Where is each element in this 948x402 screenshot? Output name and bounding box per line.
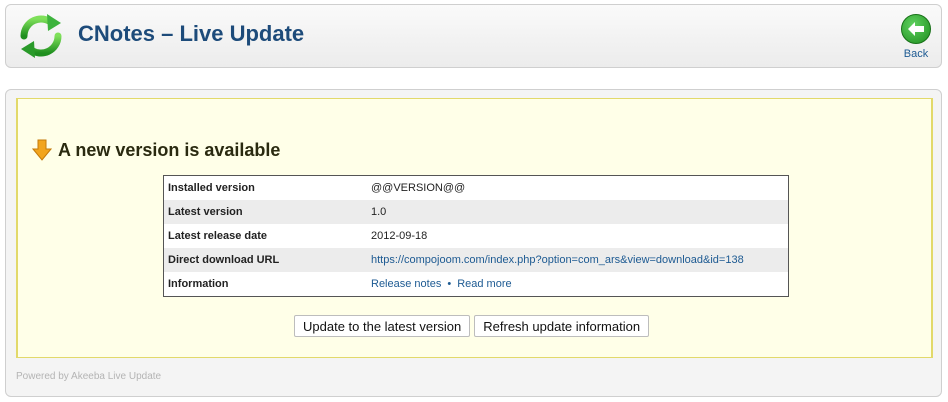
page-header: CNotes – Live Update Back bbox=[5, 4, 942, 68]
row-label: Information bbox=[168, 278, 229, 290]
row-label: Direct download URL bbox=[163, 248, 367, 272]
row-label: Latest release date bbox=[168, 230, 268, 242]
back-label: Back bbox=[903, 48, 929, 60]
update-notice: A new version is available Installed ver… bbox=[16, 98, 933, 358]
release-notes-link[interactable]: Release notes bbox=[371, 278, 441, 290]
download-arrow-icon bbox=[32, 139, 52, 161]
content-panel: A new version is available Installed ver… bbox=[5, 89, 942, 397]
table-row: Installed version @@VERSION@@ bbox=[164, 176, 789, 201]
refresh-arrows-icon bbox=[20, 14, 62, 58]
footer-text: Powered by Akeeba Live Update bbox=[16, 371, 162, 382]
latest-version-value: 1.0 bbox=[367, 200, 789, 224]
read-more-link[interactable]: Read more bbox=[457, 278, 511, 290]
refresh-button[interactable]: Refresh update information bbox=[474, 315, 650, 337]
back-button[interactable]: Back bbox=[899, 14, 933, 60]
page-title: CNotes – Live Update bbox=[78, 21, 305, 46]
link-separator: • bbox=[447, 278, 452, 290]
table-row: Latest release date 2012-09-18 bbox=[164, 224, 789, 248]
row-label: Latest version bbox=[163, 200, 367, 224]
notice-heading: A new version is available bbox=[32, 139, 280, 161]
installed-version-value: @@VERSION@@ bbox=[371, 182, 466, 194]
download-url-link[interactable]: https://compojoom.com/index.php?option=c… bbox=[371, 254, 744, 266]
row-label: Installed version bbox=[168, 182, 255, 194]
update-button[interactable]: Update to the latest version bbox=[294, 315, 471, 337]
release-date-value: 2012-09-18 bbox=[371, 230, 428, 242]
action-buttons: Update to the latest version Refresh upd… bbox=[294, 315, 650, 337]
table-row: Direct download URL https://compojoom.co… bbox=[163, 248, 789, 272]
table-row: Latest version 1.0 bbox=[163, 200, 789, 224]
version-info-table: Installed version @@VERSION@@ Latest ver… bbox=[163, 175, 789, 297]
notice-title: A new version is available bbox=[58, 139, 281, 160]
table-row: Information Release notes • Read more bbox=[164, 272, 789, 297]
back-arrow-icon bbox=[901, 14, 931, 44]
